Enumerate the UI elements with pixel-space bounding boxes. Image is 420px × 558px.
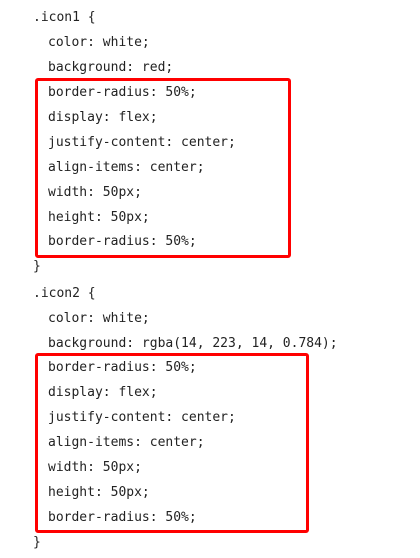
css-selector-icon1: .icon1 { (33, 10, 96, 25)
css-declaration-highlighted: border-radius: 50%; (48, 360, 197, 375)
css-declaration-highlighted: width: 50px; (48, 460, 142, 475)
css-declaration-highlighted: border-radius: 50%; (48, 85, 197, 100)
css-declaration: background: red; (48, 60, 174, 75)
css-declaration-highlighted: height: 50px; (48, 485, 150, 500)
css-declaration-highlighted: height: 50px; (48, 210, 150, 225)
css-selector-icon2: .icon2 { (33, 286, 96, 301)
css-declaration-highlighted: display: flex; (48, 110, 158, 125)
code-snippet: .icon1 { color: white; background: red; … (0, 0, 420, 558)
css-declaration-highlighted: display: flex; (48, 385, 158, 400)
css-declaration-highlighted: justify-content: center; (48, 135, 236, 150)
css-closing-brace: } (33, 259, 41, 274)
css-declaration-highlighted: justify-content: center; (48, 410, 236, 425)
css-declaration-highlighted: align-items: center; (48, 435, 205, 450)
css-declaration-highlighted: align-items: center; (48, 160, 205, 175)
css-declaration: color: white; (48, 35, 150, 50)
css-declaration: color: white; (48, 311, 150, 326)
css-closing-brace: } (33, 535, 41, 550)
css-declaration-highlighted: border-radius: 50%; (48, 510, 197, 525)
css-declaration-highlighted: border-radius: 50%; (48, 234, 197, 249)
css-declaration-highlighted: width: 50px; (48, 185, 142, 200)
